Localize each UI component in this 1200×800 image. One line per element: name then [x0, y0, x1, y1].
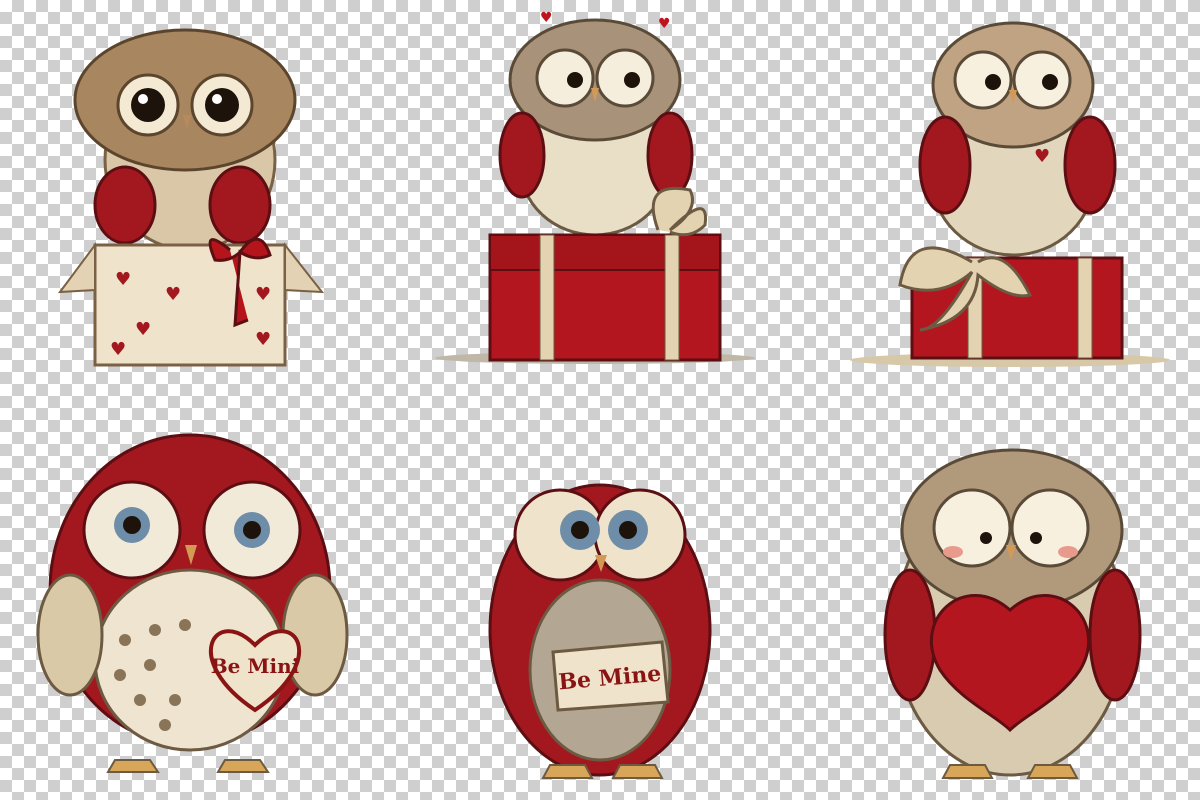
owl-on-red-gift-2: ♥ — [800, 0, 1200, 400]
owl-on-red-gift: ♥ ♥ — [400, 0, 800, 400]
red-owl-with-banner-icon: Be Mine — [488, 483, 712, 779]
owl-holding-heart-icon — [883, 448, 1142, 779]
svg-text:♥: ♥ — [540, 10, 553, 26]
owl-in-gift-box: ♥ ♥ ♥ ♥ ♥ ♥ — [0, 0, 400, 400]
owl-on-red-gift-icon: ♥ — [850, 21, 1170, 367]
owl-on-red-gift-icon: ♥ ♥ — [435, 10, 755, 364]
svg-text:♥: ♥ — [1034, 146, 1050, 167]
heart-sign-text: Be Mini — [211, 654, 300, 678]
svg-text:♥: ♥ — [110, 339, 126, 360]
svg-text:♥: ♥ — [658, 16, 671, 32]
svg-text:♥: ♥ — [255, 329, 271, 350]
owl-in-gift-box-icon: ♥ ♥ ♥ ♥ ♥ ♥ — [57, 28, 325, 367]
svg-text:♥: ♥ — [165, 284, 181, 305]
owl-clipart-grid: ♥ ♥ ♥ ♥ ♥ ♥ ♥ ♥ ♥ Be Mini Be Mine — [0, 0, 1200, 800]
svg-text:♥: ♥ — [135, 319, 151, 340]
red-owl-with-heart-sign: Be Mini — [0, 400, 400, 800]
owl-holding-heart — [800, 400, 1200, 800]
svg-text:♥: ♥ — [255, 284, 271, 305]
red-owl-with-banner: Be Mine — [400, 400, 800, 800]
red-owl-with-heart-sign-icon: Be Mini — [36, 433, 349, 773]
svg-text:♥: ♥ — [115, 269, 131, 290]
